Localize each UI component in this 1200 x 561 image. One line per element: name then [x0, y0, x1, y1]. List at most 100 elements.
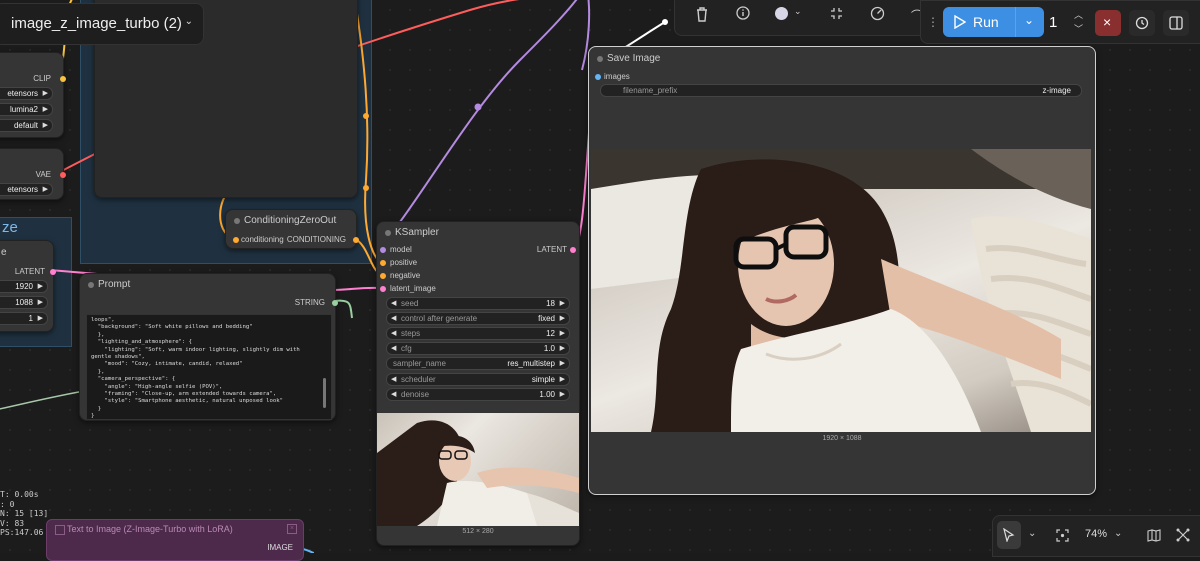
scheduler-widget[interactable]: ◀ scheduler simple ▶	[386, 373, 570, 386]
stats-line: PS:147.06	[0, 528, 44, 537]
pointer-icon	[1003, 528, 1015, 542]
ksampler-node[interactable]: KSampler model LATENT positive negative …	[376, 221, 580, 546]
string-output-pin[interactable]	[332, 300, 338, 306]
images-input-label: images	[604, 72, 630, 81]
history-button[interactable]	[1129, 10, 1155, 36]
vae-loader-node[interactable]: VAE etensors ▶	[0, 148, 66, 200]
group-title-fragment: ze	[2, 219, 18, 236]
latent-image-input-label: latent_image	[390, 284, 436, 293]
output-photo	[591, 149, 1091, 432]
chevron-down-icon[interactable]: ⌄	[185, 16, 193, 27]
save-image-node[interactable]: Save Image images filename_prefix z-image	[588, 46, 1096, 495]
select-tool-button[interactable]	[997, 521, 1021, 549]
preview-size-label: 512 × 280	[462, 528, 494, 535]
denoise-widget[interactable]: ◀ denoise 1.00 ▶	[386, 388, 570, 401]
stats-line: N: 15 [13]	[0, 509, 49, 518]
control-after-generate-widget[interactable]: ◀ control after generate fixed ▶	[386, 312, 570, 325]
close-icon: ×	[1103, 14, 1112, 30]
filename-prefix-widget[interactable]: filename_prefix z-image	[600, 84, 1082, 97]
chevron-down-icon: ⌄	[1024, 13, 1035, 27]
node-title: KSampler	[395, 227, 439, 238]
run-toolbar: ⋮⋮ Run ⌄ 1 ︿ ﹀ ×	[920, 0, 1200, 44]
node-title: Prompt	[98, 279, 131, 290]
latent-image-input-pin[interactable]	[380, 286, 386, 292]
negative-input-label: negative	[390, 271, 421, 280]
fit-icon[interactable]	[829, 6, 844, 26]
latent-output-pin[interactable]	[50, 269, 56, 275]
output-size-label: 1920 × 1088	[822, 435, 862, 442]
latent-title-fragment: e	[1, 247, 7, 258]
workflow-tab[interactable]: image_z_image_turbo (2) ⌄	[0, 3, 204, 45]
seed-widget[interactable]: ◀ seed 18 ▶	[386, 297, 570, 310]
stats-line: : 0	[0, 499, 15, 509]
vae-output-label: VAE	[35, 170, 51, 179]
clip-device-widget[interactable]: default ▶	[0, 119, 53, 132]
panel-toggle-button[interactable]	[1163, 10, 1189, 36]
clip-type-widget[interactable]: lumina2 ▶	[0, 103, 53, 116]
trash-icon[interactable]	[695, 6, 709, 27]
bypass-icon[interactable]	[870, 6, 885, 26]
vae-output-pin[interactable]	[60, 172, 66, 178]
run-button[interactable]: Run	[943, 7, 1015, 37]
clip-output-pin[interactable]	[60, 76, 66, 82]
link-visibility-icon[interactable]	[1176, 528, 1190, 547]
batch-widget[interactable]: 1 ▶	[0, 312, 48, 325]
subgraph-icon	[55, 525, 65, 535]
prompt-scrollbar[interactable]	[323, 378, 326, 408]
node-title: Save Image	[607, 53, 661, 64]
positive-input-pin[interactable]	[380, 260, 386, 266]
play-icon	[954, 14, 967, 34]
chevron-down-icon[interactable]: ⌄	[1114, 528, 1122, 539]
color-icon[interactable]	[775, 7, 788, 20]
latent-output-pin[interactable]	[570, 247, 576, 253]
model-input-pin[interactable]	[380, 247, 386, 253]
increment-icon[interactable]: ︿	[1074, 8, 1083, 21]
ksampler-preview-image	[377, 413, 579, 526]
chevron-down-icon[interactable]: ⌄	[794, 6, 802, 17]
decrement-icon[interactable]: ﹀	[1074, 22, 1083, 35]
conditioning-zero-out-node[interactable]: ConditioningZeroOut conditioning CONDITI…	[225, 209, 359, 249]
height-widget[interactable]: 1088 ▶	[0, 296, 48, 309]
clip-loader-node[interactable]: CLIP etensors ▶ lumina2 ▶ default ▶	[0, 52, 66, 138]
vae-name-widget[interactable]: etensors ▶	[0, 183, 53, 196]
images-input-pin[interactable]	[595, 74, 601, 80]
cfg-widget[interactable]: ◀ cfg 1.0 ▶	[386, 342, 570, 355]
subgraph-node[interactable]: Text to Image (Z-Image-Turbo with LoRA) …	[46, 519, 304, 561]
steps-widget[interactable]: ◀ steps 12 ▶	[386, 327, 570, 340]
batch-count-input[interactable]: 1 ︿ ﹀	[1045, 7, 1085, 37]
stats-line: T: 0.00s	[0, 490, 39, 499]
canvas-controls: ⌄ 74% ⌄	[992, 515, 1200, 557]
sampler-name-widget[interactable]: sampler_name res_multistep ▶	[386, 357, 570, 370]
minimap-icon[interactable]	[1147, 529, 1161, 547]
empty-latent-node[interactable]: e LATENT 1920 ▶ 1088 ▶ 1 ▶	[0, 240, 56, 332]
conditioning-input-pin[interactable]	[233, 237, 239, 243]
batch-count-value: 1	[1049, 14, 1058, 31]
info-icon[interactable]	[736, 6, 750, 25]
positive-input-label: positive	[390, 258, 418, 267]
node-title: ConditioningZeroOut	[244, 215, 337, 226]
conditioning-output-pin[interactable]	[353, 237, 359, 243]
string-output-label: STRING	[294, 298, 325, 307]
run-mode-dropdown[interactable]: ⌄	[1015, 7, 1044, 37]
sidebar-icon	[1169, 16, 1183, 30]
expand-icon[interactable]: ×	[287, 524, 297, 534]
prompt-node[interactable]: Prompt STRING loops", "background": "Sof…	[79, 273, 338, 421]
stats-line: V: 83	[0, 518, 25, 528]
model-input-label: model	[390, 245, 412, 254]
focus-icon[interactable]	[1056, 529, 1069, 547]
subgraph-title: Text to Image (Z-Image-Turbo with LoRA)	[67, 524, 233, 534]
conditioning-output-label: CONDITIONING	[286, 235, 346, 244]
zoom-level[interactable]: 74%	[1085, 528, 1107, 540]
latent-output-label: LATENT	[536, 245, 567, 254]
conditioning-input-label: conditioning	[241, 235, 284, 244]
clip-name-widget[interactable]: etensors ▶	[0, 87, 53, 100]
negative-input-pin[interactable]	[380, 273, 386, 279]
prompt-textarea[interactable]: loops", "background": "Soft white pillow…	[86, 314, 332, 420]
latent-output-label: LATENT	[14, 267, 45, 276]
chevron-down-icon[interactable]: ⌄	[1028, 528, 1036, 539]
width-widget[interactable]: 1920 ▶	[0, 280, 48, 293]
preview-photo	[377, 420, 579, 526]
selection-toolbox: ⌄ ⌒	[674, 0, 926, 36]
stop-button[interactable]: ×	[1095, 10, 1121, 36]
stats-panel: T: 0.00s : 0 N: 15 [13] V: 83 PS:147.06	[0, 490, 48, 538]
